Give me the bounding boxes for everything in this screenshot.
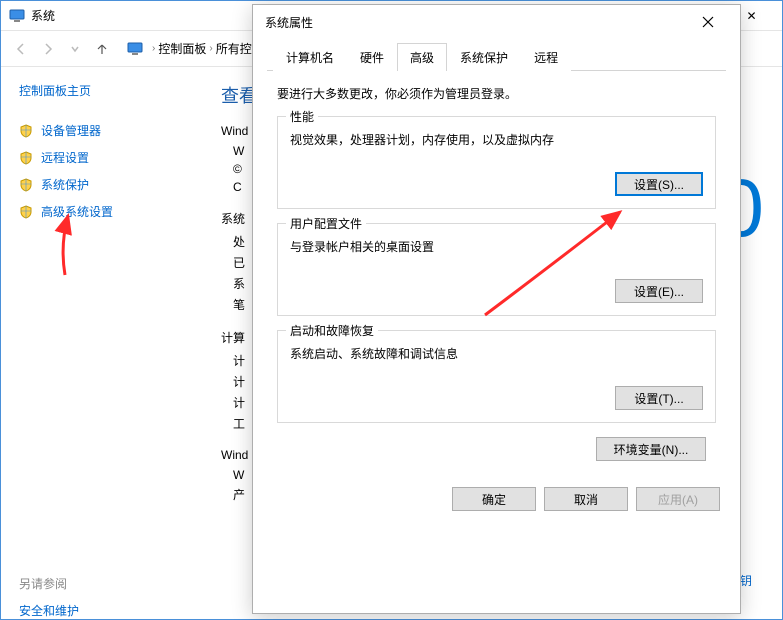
sidebar-item-remote-settings[interactable]: 远程设置 (19, 144, 183, 171)
tab-computer-name[interactable]: 计算机名 (273, 43, 347, 71)
control-panel-home-link[interactable]: 控制面板主页 (19, 82, 183, 99)
startup-recovery-group: 启动和故障恢复 系统启动、系统故障和调试信息 设置(T)... (277, 330, 716, 423)
dialog-close-button[interactable] (688, 7, 728, 37)
sidebar-item-advanced-settings[interactable]: 高级系统设置 (19, 198, 183, 225)
environment-variables-button[interactable]: 环境变量(N)... (596, 437, 706, 461)
dialog-titlebar[interactable]: 系统属性 (253, 5, 740, 39)
dialog-button-row: 确定 取消 应用(A) (267, 487, 726, 511)
back-button[interactable] (9, 37, 33, 61)
sidebar-item-label: 远程设置 (41, 149, 89, 166)
chevron-right-icon[interactable]: › (152, 43, 155, 54)
apply-button[interactable]: 应用(A) (636, 487, 720, 511)
shield-icon (19, 205, 33, 219)
see-also-heading: 另请参阅 (19, 575, 183, 592)
tab-content-advanced: 要进行大多数更改，你必须作为管理员登录。 性能 视觉效果，处理器计划，内存使用，… (267, 71, 726, 481)
group-title: 性能 (286, 108, 318, 125)
recent-dropdown[interactable] (63, 37, 87, 61)
performance-settings-button[interactable]: 设置(S)... (615, 172, 703, 196)
sidebar-item-system-protection[interactable]: 系统保护 (19, 171, 183, 198)
close-icon (702, 16, 714, 28)
group-description: 系统启动、系统故障和调试信息 (290, 345, 703, 362)
user-profiles-group: 用户配置文件 与登录帐户相关的桌面设置 设置(E)... (277, 223, 716, 316)
user-profiles-settings-button[interactable]: 设置(E)... (615, 279, 703, 303)
sidebar-item-device-manager[interactable]: 设备管理器 (19, 117, 183, 144)
sidebar-item-label: 高级系统设置 (41, 203, 113, 220)
window-title: 系统 (31, 7, 55, 24)
forward-button[interactable] (36, 37, 60, 61)
shield-icon (19, 124, 33, 138)
cancel-button[interactable]: 取消 (544, 487, 628, 511)
ok-button[interactable]: 确定 (452, 487, 536, 511)
tab-remote[interactable]: 远程 (521, 43, 571, 71)
computer-icon (127, 41, 143, 57)
shield-icon (19, 178, 33, 192)
computer-icon (9, 8, 25, 24)
tab-advanced[interactable]: 高级 (397, 43, 447, 71)
breadcrumb-item[interactable]: 控制面板 (158, 40, 206, 57)
shield-icon (19, 151, 33, 165)
sidebar: 控制面板主页 设备管理器 远程设置 系统保护 高级系统设置 另请参阅 安全和维护 (1, 68, 201, 619)
chevron-right-icon[interactable]: › (209, 43, 212, 54)
tab-strip: 计算机名 硬件 高级 系统保护 远程 (267, 43, 726, 71)
group-description: 与登录帐户相关的桌面设置 (290, 238, 703, 255)
performance-group: 性能 视觉效果，处理器计划，内存使用，以及虚拟内存 设置(S)... (277, 116, 716, 209)
sidebar-item-label: 设备管理器 (41, 122, 101, 139)
dialog-title: 系统属性 (265, 14, 313, 31)
group-title: 用户配置文件 (286, 215, 366, 232)
up-button[interactable] (90, 37, 114, 61)
tab-hardware[interactable]: 硬件 (347, 43, 397, 71)
startup-recovery-settings-button[interactable]: 设置(T)... (615, 386, 703, 410)
group-title: 启动和故障恢复 (286, 322, 378, 339)
dialog-body: 计算机名 硬件 高级 系统保护 远程 要进行大多数更改，你必须作为管理员登录。 … (253, 39, 740, 525)
group-description: 视觉效果，处理器计划，内存使用，以及虚拟内存 (290, 131, 703, 148)
system-properties-dialog: 系统属性 计算机名 硬件 高级 系统保护 远程 要进行大多数更改，你必须作为管理… (252, 4, 741, 614)
security-maintenance-link[interactable]: 安全和维护 (19, 604, 79, 618)
tab-system-protection[interactable]: 系统保护 (447, 43, 521, 71)
admin-note: 要进行大多数更改，你必须作为管理员登录。 (277, 85, 716, 102)
sidebar-item-label: 系统保护 (41, 176, 89, 193)
